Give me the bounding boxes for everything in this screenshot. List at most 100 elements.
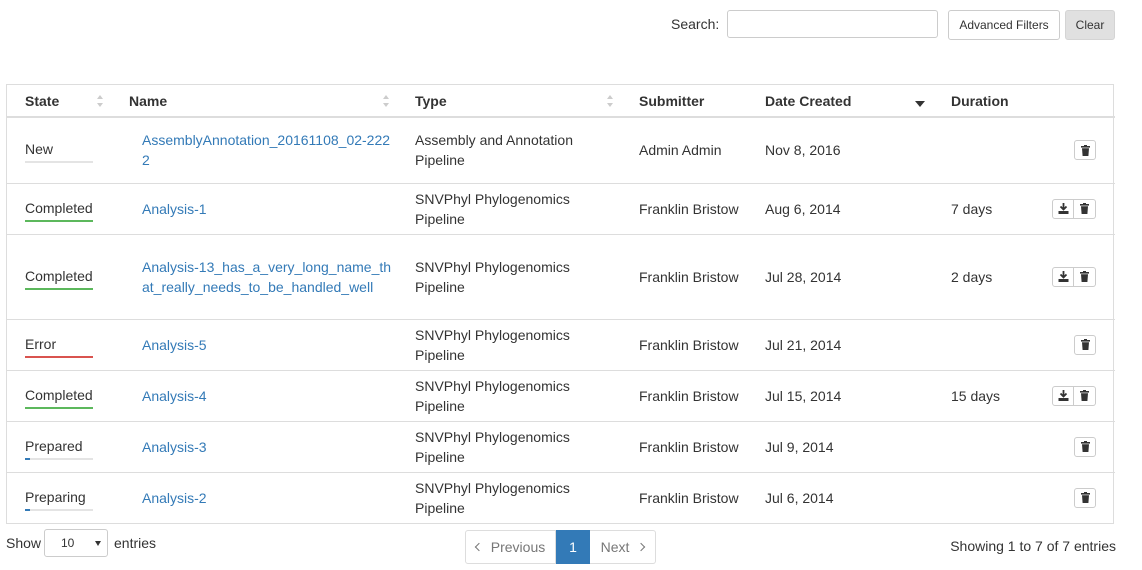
- delete-button[interactable]: [1074, 334, 1096, 355]
- cell-type: Assembly and Annotation Pipeline: [397, 116, 621, 183]
- col-header-date-created[interactable]: Date Created: [747, 85, 933, 118]
- next-label: Next: [600, 539, 630, 555]
- search-label: Search:: [671, 16, 720, 32]
- delete-button[interactable]: [1074, 436, 1096, 457]
- download-icon: [1058, 390, 1069, 401]
- cell-name: Analysis-4: [111, 369, 397, 421]
- col-header-state[interactable]: State: [7, 85, 111, 118]
- trash-icon: [1080, 441, 1090, 452]
- chevron-left-icon: [474, 542, 484, 552]
- trash-icon: [1080, 271, 1089, 282]
- cell-date-created: Jul 15, 2014: [747, 369, 933, 421]
- cell-submitter: Franklin Bristow: [621, 471, 747, 523]
- state-progress-fill: [25, 457, 31, 460]
- cell-actions: [1033, 318, 1115, 370]
- download-button[interactable]: [1052, 385, 1074, 406]
- state-text: Error: [25, 335, 57, 352]
- delete-button[interactable]: [1074, 487, 1096, 508]
- state-label: Completed: [25, 198, 93, 222]
- state-progress-fill: [25, 287, 93, 290]
- download-icon: [1058, 203, 1069, 214]
- trash-icon: [1080, 144, 1090, 156]
- cell-duration: [933, 420, 1033, 472]
- delete-button[interactable]: [1074, 140, 1096, 161]
- state-progress-bar: [25, 287, 93, 290]
- cell-type: SNVPhyl Phylogenomics Pipeline: [397, 471, 621, 523]
- analysis-name-link[interactable]: Analysis-5: [129, 335, 397, 355]
- advanced-filters-button[interactable]: Advanced Filters: [948, 10, 1060, 40]
- cell-date-created: Jul 21, 2014: [747, 318, 933, 370]
- cell-actions: [1033, 369, 1115, 421]
- state-progress-fill: [25, 406, 93, 409]
- table-header: State Name Type Submitter Date Created D…: [7, 85, 1115, 118]
- col-header-actions: [1033, 85, 1115, 118]
- analyses-table: State Name Type Submitter Date Created D…: [6, 84, 1115, 524]
- state-progress-bar: [25, 406, 93, 409]
- table-row: Error Analysis-5 SNVPhyl Phylogenomics Pip…: [7, 318, 1115, 370]
- caret-down-icon: [95, 541, 101, 546]
- sort-icon: [97, 95, 103, 107]
- cell-submitter: Admin Admin: [621, 116, 747, 183]
- row-actions: [1051, 487, 1115, 508]
- analysis-name-link[interactable]: Analysis-2: [129, 488, 397, 508]
- trash-icon: [1080, 390, 1089, 401]
- delete-button[interactable]: [1074, 385, 1096, 406]
- analysis-name-link[interactable]: Analysis-3: [129, 437, 397, 457]
- cell-submitter: Franklin Bristow: [621, 318, 747, 370]
- cell-actions: [1033, 233, 1115, 319]
- cell-type: SNVPhyl Phylogenomics Pipeline: [397, 369, 621, 421]
- cell-name: AssemblyAnnotation_20161108_02-2222: [111, 116, 397, 183]
- cell-state: Completed: [7, 369, 111, 421]
- cell-duration: 7 days: [933, 182, 1033, 234]
- analysis-name-link[interactable]: Analysis-4: [129, 386, 397, 406]
- cell-submitter: Franklin Bristow: [621, 182, 747, 234]
- table-row: Prepared Analysis-3 SNVPhyl Phylogenomics …: [7, 420, 1115, 472]
- cell-type: SNVPhyl Phylogenomics Pipeline: [397, 420, 621, 472]
- cell-type: SNVPhyl Phylogenomics Pipeline: [397, 182, 621, 234]
- page-length-select[interactable]: 10: [44, 529, 108, 557]
- col-header-type[interactable]: Type: [397, 85, 621, 118]
- cell-actions: [1033, 420, 1115, 472]
- next-page-button[interactable]: Next: [590, 530, 656, 564]
- cell-name: Analysis-5: [111, 318, 397, 370]
- page-length-value: 10: [61, 536, 75, 550]
- state-text: New: [25, 141, 54, 158]
- row-actions: [1051, 266, 1115, 287]
- state-progress-fill: [25, 355, 93, 358]
- col-header-label: Name: [129, 92, 168, 109]
- previous-label: Previous: [490, 539, 546, 555]
- col-header-duration: Duration: [933, 85, 1033, 118]
- cell-type: SNVPhyl Phylogenomics Pipeline: [397, 318, 621, 370]
- table-row: Completed Analysis-4 SNVPhyl Phylogenomics…: [7, 369, 1115, 421]
- cell-date-created: Aug 6, 2014: [747, 182, 933, 234]
- cell-name: Analysis-2: [111, 471, 397, 523]
- col-header-label: Type: [415, 92, 447, 109]
- col-header-label: State: [25, 92, 60, 109]
- delete-button[interactable]: [1074, 198, 1096, 219]
- col-header-label: Submitter: [639, 92, 705, 109]
- cell-state: Error: [7, 318, 111, 370]
- col-header-label: Duration: [951, 92, 1009, 109]
- analysis-name-link[interactable]: Analysis-13_has_a_very_long_name_that_re…: [129, 257, 397, 297]
- delete-button[interactable]: [1074, 266, 1096, 287]
- analysis-name-link[interactable]: Analysis-1: [129, 199, 397, 219]
- sort-icon: [383, 95, 389, 107]
- clear-button[interactable]: Clear: [1065, 10, 1115, 40]
- row-actions: [1051, 385, 1115, 406]
- state-progress-fill: [25, 508, 31, 511]
- page-1-button[interactable]: 1: [556, 530, 590, 564]
- state-text: Preparing: [25, 488, 86, 505]
- state-progress-bar: [25, 508, 93, 511]
- download-button[interactable]: [1052, 266, 1074, 287]
- col-header-name[interactable]: Name: [111, 85, 397, 118]
- trash-icon: [1080, 339, 1090, 350]
- search-input[interactable]: [727, 10, 938, 38]
- cell-duration: [933, 318, 1033, 370]
- pagination: Previous 1 Next: [465, 530, 656, 564]
- cell-duration: 15 days: [933, 369, 1033, 421]
- previous-page-button[interactable]: Previous: [465, 530, 556, 564]
- cell-date-created: Jul 9, 2014: [747, 420, 933, 472]
- download-button[interactable]: [1052, 198, 1074, 219]
- analysis-name-link[interactable]: AssemblyAnnotation_20161108_02-2222: [129, 130, 397, 170]
- state-text: Completed: [25, 199, 93, 216]
